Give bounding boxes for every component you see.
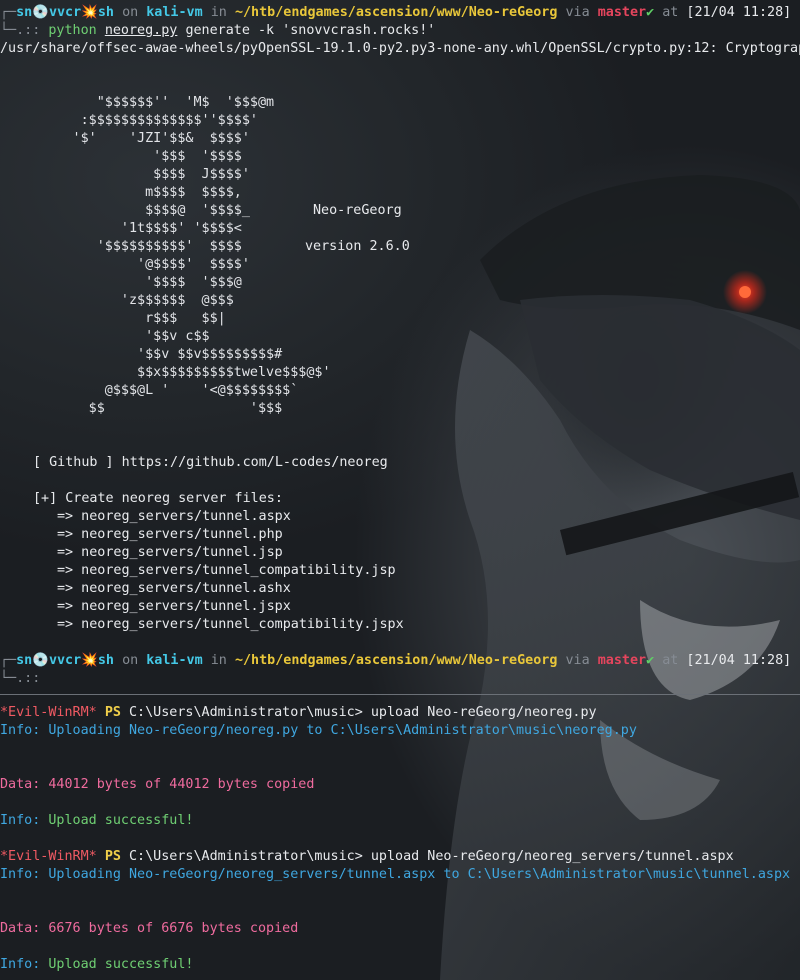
git-branch: master	[597, 5, 647, 20]
ascii-art-line: '$' 'JZI'$$& $$$$'	[0, 131, 250, 146]
ascii-art-line: '@$$$$' $$$$'	[0, 257, 250, 272]
banner-name: Neo-reGeorg	[313, 203, 402, 218]
ascii-art-line: r$$$ $$|	[0, 311, 226, 326]
winrm-tag: *Evil-WinRM*	[0, 705, 97, 720]
ascii-art-line: "$$$$$$'' 'M$ '$$$@m	[0, 95, 275, 110]
warning-line: /usr/share/offsec-awae-wheels/pyOpenSSL-…	[0, 41, 800, 56]
winrm-info-1: Info: Uploading Neo-reGeorg/neoreg.py to…	[0, 722, 637, 740]
prompt-on: on	[122, 5, 139, 20]
winrm-cmd: C:\Users\Administrator\music> upload Neo…	[129, 849, 734, 864]
info-label: Info:	[0, 723, 41, 738]
ascii-art-line: $$$$ J$$$$'	[0, 167, 250, 182]
prompt-on: on	[122, 653, 139, 668]
success-text: Upload successful!	[48, 957, 194, 972]
winrm-cmd: C:\Users\Administrator\music> upload Neo…	[129, 705, 597, 720]
prompt-at: at	[662, 653, 679, 668]
file-list-item: => neoreg_servers/tunnel.jsp	[57, 545, 283, 560]
explosion-icon: 💥	[81, 653, 98, 668]
info-label: Info:	[0, 813, 41, 828]
disc-icon: 💿	[32, 653, 49, 668]
prompt-in: in	[210, 653, 227, 668]
winrm-data-1: Data: 44012 bytes of 44012 bytes copied	[0, 777, 315, 792]
prompt-user: sn	[16, 653, 33, 668]
info-label: Info:	[0, 867, 41, 882]
ascii-art-line: @$$$@L ' '<@$$$$$$$$`	[0, 383, 299, 398]
file-list-item: => neoreg_servers/tunnel_compatibility.j…	[57, 617, 404, 632]
command-args: generate -k 'snovvcrash.rocks!'	[185, 23, 436, 38]
prompt-user-part2: vvcr	[48, 5, 82, 20]
check-icon: ✔	[646, 5, 655, 20]
file-list-item: => neoreg_servers/tunnel.php	[57, 527, 283, 542]
prompt-user-part2: vvcr	[48, 653, 82, 668]
github-line: [ Github ] https://github.com/L-codes/ne…	[33, 455, 388, 470]
info-text: Uploading Neo-reGeorg/neoreg_servers/tun…	[48, 867, 791, 882]
ascii-art-line: '$$v c$$	[0, 329, 210, 344]
ascii-art-line: '$$v $$v$$$$$$$$$#	[0, 347, 283, 362]
ascii-art-line: $$ '$$$	[0, 401, 283, 416]
ascii-art: "$$$$$$'' 'M$ '$$$@m :$$$$$$$$$$$$$$''$$…	[0, 94, 331, 418]
prompt-path: ~/htb/endgames/ascension/www/Neo-reGeorg	[234, 653, 558, 668]
file-list-item: => neoreg_servers/tunnel.jspx	[57, 599, 291, 614]
prompt-user: sn	[16, 5, 33, 20]
ascii-art-line: '$$$$ '$$$@	[0, 275, 242, 290]
ps-label: PS	[104, 705, 121, 720]
command-line-1: └─.:: python neoreg.py generate -k 'snov…	[0, 22, 435, 40]
prompt-time: [21/04 11:28]	[686, 5, 792, 20]
prompt-via: via	[565, 5, 590, 20]
prompt-time: [21/04 11:28]	[686, 653, 792, 668]
ascii-art-line: :$$$$$$$$$$$$$$''$$$$'	[0, 113, 258, 128]
file-list-item: => neoreg_servers/tunnel.ashx	[57, 581, 291, 596]
winrm-success-1: Info: Upload successful!	[0, 812, 194, 830]
info-label: Info:	[0, 957, 41, 972]
banner-version: version 2.6.0	[305, 239, 410, 254]
ascii-art-line: '1t$$$$' '$$$$<	[0, 221, 242, 236]
ps-label: PS	[104, 849, 121, 864]
prompt-arrow-2[interactable]: └─.::	[0, 670, 40, 688]
prompt-host: kali-vm	[146, 653, 203, 668]
prompt-arrow: └─.::	[0, 23, 49, 38]
git-branch: master	[597, 653, 647, 668]
info-text: Uploading Neo-reGeorg/neoreg.py to C:\Us…	[48, 723, 637, 738]
create-line: [+] Create neoreg server files:	[33, 491, 283, 506]
success-text: Upload successful!	[48, 813, 194, 828]
check-icon: ✔	[646, 653, 655, 668]
prompt-host: kali-vm	[146, 5, 203, 20]
prompt-line-2: ┌─sn💿vvcr💥sh on kali-vm in ~/htb/endgame…	[0, 653, 792, 668]
disc-icon: 💿	[32, 5, 49, 20]
winrm-data-2: Data: 6676 bytes of 6676 bytes copied	[0, 921, 299, 936]
ascii-art-line: '$$$$$$$$$$' $$$$	[0, 239, 242, 254]
winrm-tag: *Evil-WinRM*	[0, 849, 97, 864]
winrm-info-2: Info: Uploading Neo-reGeorg/neoreg_serve…	[0, 866, 790, 884]
command-script: neoreg.py	[104, 23, 178, 38]
prompt-in: in	[210, 5, 227, 20]
file-list-item: => neoreg_servers/tunnel_compatibility.j…	[57, 563, 396, 578]
ascii-art-line: 'z$$$$$$ @$$$	[0, 293, 234, 308]
explosion-icon: 💥	[81, 5, 98, 20]
pane-divider	[0, 694, 800, 695]
ascii-art-line: m$$$$ $$$$,	[0, 185, 242, 200]
ascii-art-line: $$x$$$$$$$$$twelve$$$@$'	[0, 365, 331, 380]
prompt-line-1: ┌─sn💿vvcr💥sh on kali-vm in ~/htb/endgame…	[0, 5, 792, 20]
prompt-path: ~/htb/endgames/ascension/www/Neo-reGeorg	[234, 5, 558, 20]
prompt-user-part3: sh	[97, 653, 114, 668]
file-list-item: => neoreg_servers/tunnel.aspx	[57, 509, 291, 524]
prompt-at: at	[662, 5, 679, 20]
command-program: python	[48, 23, 97, 38]
winrm-success-2: Info: Upload successful!	[0, 956, 194, 974]
prompt-user-part3: sh	[97, 5, 114, 20]
prompt-via: via	[565, 653, 590, 668]
winrm-command-1: *Evil-WinRM* PS C:\Users\Administrator\m…	[0, 704, 597, 722]
winrm-command-2: *Evil-WinRM* PS C:\Users\Administrator\m…	[0, 848, 734, 866]
terminal-window[interactable]: ┌─sn💿vvcr💥sh on kali-vm in ~/htb/endgame…	[0, 0, 800, 980]
ascii-art-line: '$$$ '$$$$	[0, 149, 242, 164]
ascii-art-line: $$$$@ '$$$$_	[0, 203, 250, 218]
